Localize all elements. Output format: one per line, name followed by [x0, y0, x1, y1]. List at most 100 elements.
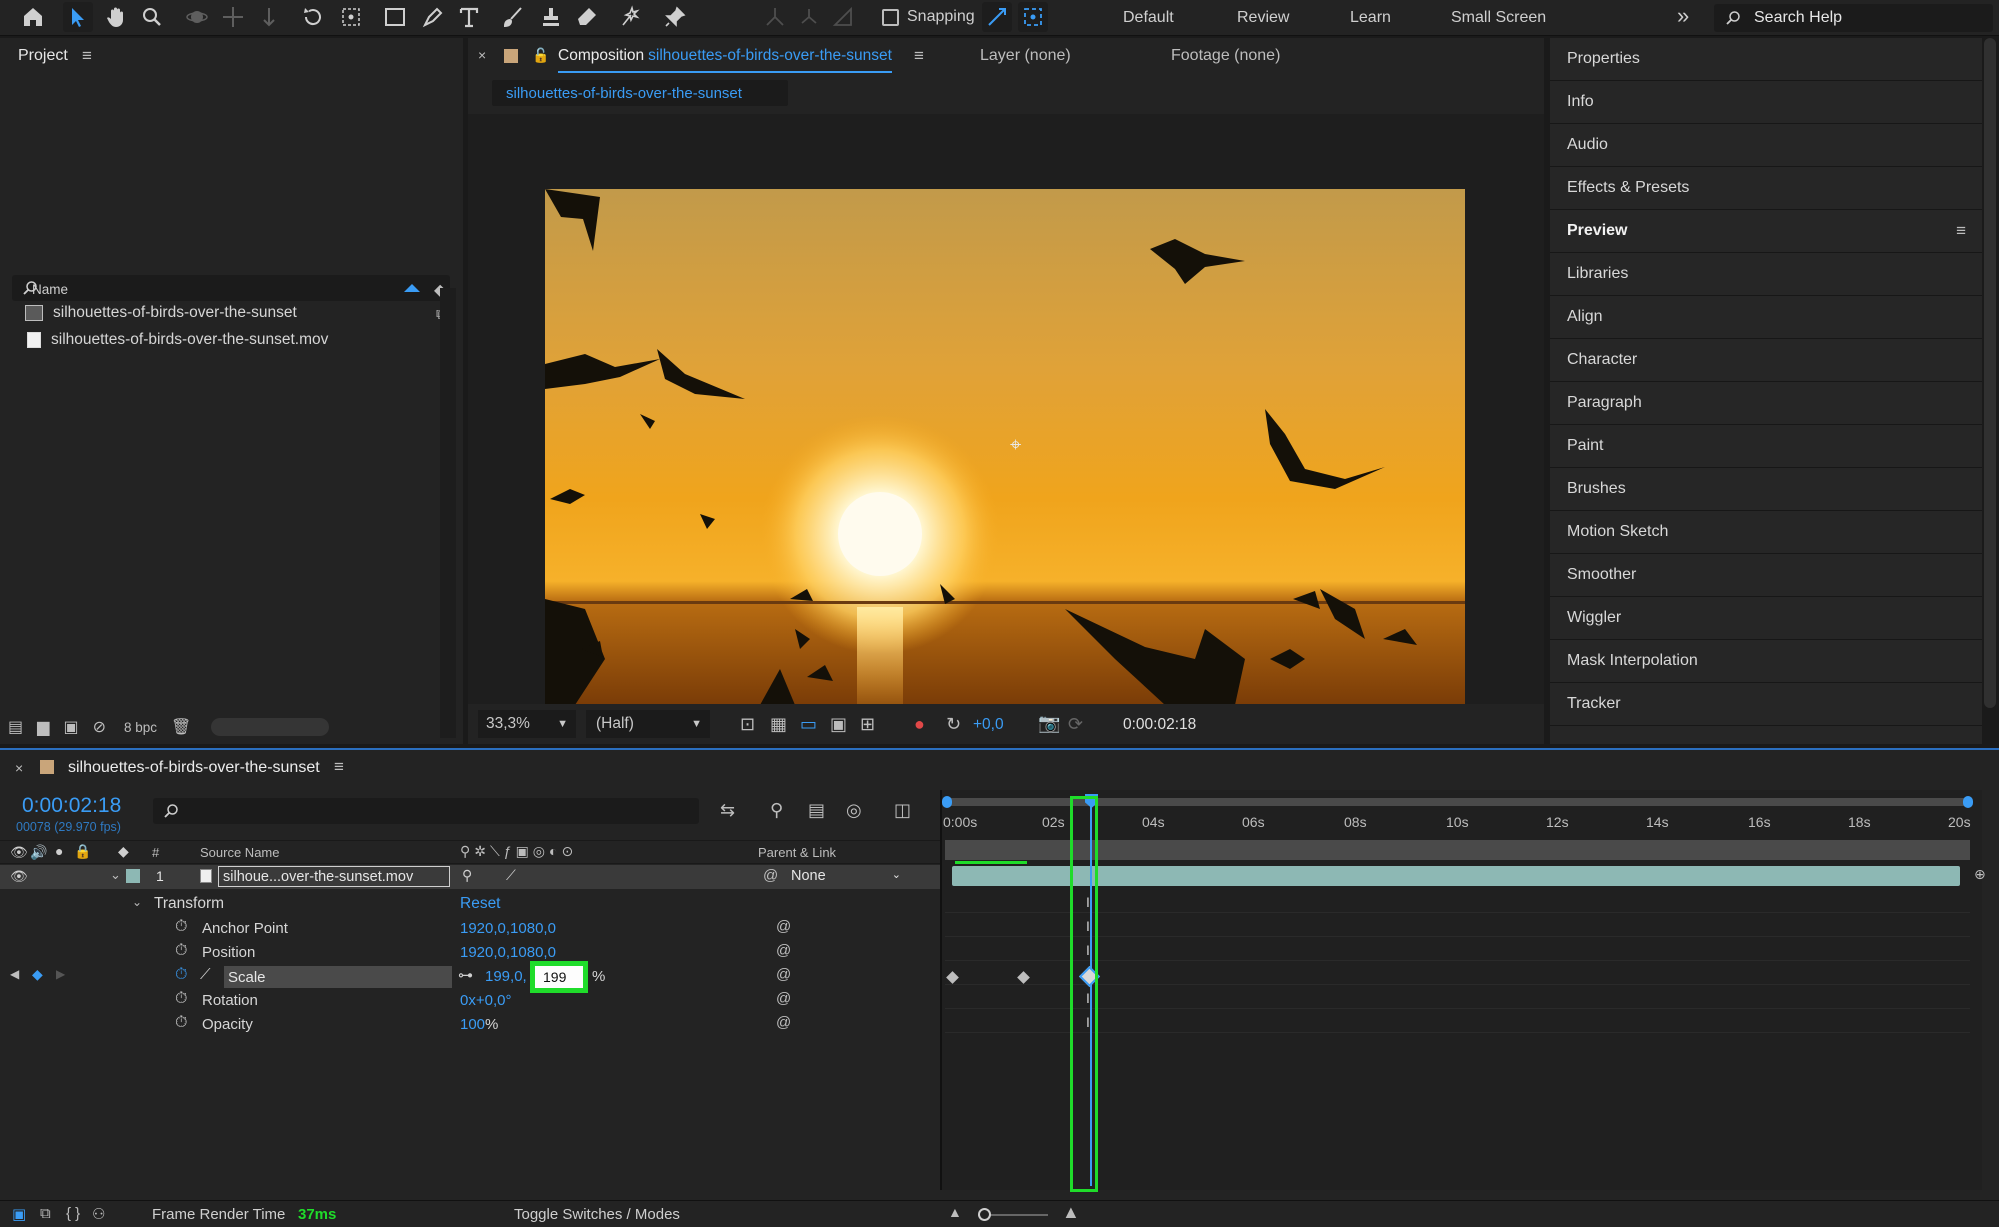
trash-icon[interactable]: 🗑: [171, 717, 191, 737]
selection-tool-icon[interactable]: [63, 2, 93, 32]
tab-composition[interactable]: Composition silhouettes-of-birds-over-th…: [558, 47, 892, 73]
workspace-default[interactable]: Default: [1123, 9, 1174, 27]
rectangle-tool-icon[interactable]: [380, 2, 410, 32]
work-area-start-handle[interactable]: [942, 796, 952, 808]
orbit-camera-tool-icon[interactable]: [182, 2, 212, 32]
property-value[interactable]: 1920,0,1080,0: [460, 944, 556, 961]
panel-character[interactable]: Character: [1550, 339, 1982, 382]
property-value[interactable]: 1920,0,1080,0: [460, 920, 556, 937]
mask-visibility-icon[interactable]: ▭: [800, 714, 817, 735]
draft-3d-icon[interactable]: ⚲: [770, 800, 783, 821]
brush-tool-icon[interactable]: [498, 2, 528, 32]
quality-switch-icon[interactable]: ⟋: [506, 867, 516, 884]
home-icon[interactable]: [18, 2, 48, 32]
layer-switches-toggle-icon[interactable]: ▣: [12, 1205, 26, 1223]
panel-properties[interactable]: Properties: [1550, 38, 1982, 81]
show-snapshot-icon[interactable]: ⟳: [1068, 714, 1083, 735]
snap-to-edges-icon[interactable]: [982, 2, 1012, 32]
stopwatch-icon[interactable]: ⏱: [175, 990, 187, 1008]
sort-ascending-icon[interactable]: [404, 284, 420, 292]
chevron-down-icon[interactable]: ⌄: [110, 867, 121, 883]
motion-blur-icon[interactable]: ◎: [846, 800, 862, 821]
close-tab-icon[interactable]: ×: [478, 47, 486, 63]
timeline-comp-tab[interactable]: silhouettes-of-birds-over-the-sunset: [68, 759, 320, 777]
toggle-switches-modes-button[interactable]: Toggle Switches / Modes: [514, 1206, 680, 1223]
layer-name-field[interactable]: silhoue...over-the-sunset.mov: [218, 866, 450, 887]
panel-paint[interactable]: Paint: [1550, 425, 1982, 468]
transfer-controls-toggle-icon[interactable]: ⧉: [40, 1205, 51, 1222]
render-time-toggle-icon[interactable]: ⚇: [92, 1205, 105, 1223]
puppet-pin-tool-icon[interactable]: [660, 2, 690, 32]
new-composition-icon[interactable]: ▣: [63, 717, 78, 737]
anchor-point-tool-icon[interactable]: [336, 2, 366, 32]
pan-camera-tool-icon[interactable]: [218, 2, 248, 32]
panel-menu-icon[interactable]: ≡: [82, 46, 92, 66]
graph-icon[interactable]: ⟋: [200, 966, 211, 983]
project-settings-icon[interactable]: ⊘: [93, 717, 106, 737]
composition-viewer[interactable]: ⌖: [468, 114, 1544, 705]
panel-motion-sketch[interactable]: Motion Sketch: [1550, 511, 1982, 554]
switches-header-icons[interactable]: ⚲✲⟍ƒ▣◎◐⊙: [460, 843, 577, 860]
panel-menu-icon[interactable]: ≡: [1956, 221, 1966, 241]
workspace-overflow-icon[interactable]: »: [1677, 3, 1689, 29]
close-tab-icon[interactable]: ×: [15, 760, 23, 776]
thumbnail-size-slider[interactable]: [211, 718, 330, 736]
work-area-end-handle[interactable]: [1963, 796, 1973, 808]
panel-effects-presets[interactable]: Effects & Presets: [1550, 167, 1982, 210]
scale-y-input[interactable]: [535, 966, 583, 988]
label-tag-icon[interactable]: ◆: [118, 843, 129, 860]
in-out-toggle-icon[interactable]: { }: [66, 1205, 80, 1222]
layer-row[interactable]: 👁 ⌄ 1 silhoue...over-the-sunset.mov ⚲ ⟋ …: [0, 865, 940, 889]
panel-menu-icon[interactable]: ≡: [334, 757, 344, 777]
property-value[interactable]: 100: [460, 1016, 485, 1033]
workspace-small-screen[interactable]: Small Screen: [1451, 9, 1546, 27]
panel-info[interactable]: Info: [1550, 81, 1982, 124]
magnification-dropdown[interactable]: 33,3% ▼: [478, 710, 576, 738]
transparency-grid-icon[interactable]: ▦: [770, 714, 787, 735]
view-axis-icon[interactable]: [828, 2, 858, 32]
zoom-out-icon[interactable]: ▲: [948, 1204, 962, 1220]
panel-smoother[interactable]: Smoother: [1550, 554, 1982, 597]
zoom-slider-thumb[interactable]: [978, 1208, 991, 1221]
audio-icon[interactable]: 🔊: [30, 844, 47, 861]
timeline-current-time[interactable]: 0:00:02:18: [22, 794, 121, 818]
previous-keyframe-icon[interactable]: ◀: [10, 967, 19, 981]
rotation-tool-icon[interactable]: [298, 2, 328, 32]
world-axis-icon[interactable]: [794, 2, 824, 32]
zoom-in-icon[interactable]: ▲: [1062, 1202, 1080, 1223]
roto-brush-tool-icon[interactable]: [616, 2, 646, 32]
search-help-field[interactable]: Search Help: [1714, 4, 1993, 32]
composition-flowchart-tab[interactable]: silhouettes-of-birds-over-the-sunset: [492, 80, 788, 106]
resolution-dropdown[interactable]: (Half) ▼: [586, 710, 710, 738]
work-area-bar[interactable]: [942, 796, 1973, 808]
project-search-input[interactable]: [12, 275, 450, 301]
type-tool-icon[interactable]: [454, 2, 484, 32]
eye-icon[interactable]: 👁: [10, 868, 28, 885]
interpret-footage-icon[interactable]: ▤: [8, 717, 23, 737]
panel-audio[interactable]: Audio: [1550, 124, 1982, 167]
lock-icon[interactable]: 🔓: [532, 47, 549, 64]
panel-wiggler[interactable]: Wiggler: [1550, 597, 1982, 640]
graph-editor-icon[interactable]: ◫: [894, 800, 911, 821]
time-navigator-strip[interactable]: [945, 840, 1970, 860]
source-name-header[interactable]: Source Name: [200, 845, 279, 860]
expression-pick-whip-icon[interactable]: @: [776, 966, 791, 983]
project-panel-title[interactable]: Project: [18, 47, 68, 65]
frame-blending-icon[interactable]: ▤: [808, 800, 825, 821]
parent-dropdown[interactable]: None ⌄: [785, 866, 909, 888]
workspace-review[interactable]: Review: [1237, 9, 1289, 27]
reset-exposure-icon[interactable]: ↻: [946, 714, 961, 735]
snap-to-features-icon[interactable]: [1018, 2, 1048, 32]
property-value[interactable]: 0x+0,0°: [460, 992, 511, 1009]
expression-pick-whip-icon[interactable]: @: [776, 942, 791, 959]
constrain-proportions-icon[interactable]: ⊶: [458, 966, 473, 984]
eye-icon[interactable]: 👁: [10, 844, 28, 861]
parent-link-header[interactable]: Parent & Link: [758, 845, 836, 860]
panel-menu-icon[interactable]: ≡: [914, 46, 924, 66]
align-axis-icon[interactable]: [760, 2, 790, 32]
eraser-tool-icon[interactable]: [572, 2, 602, 32]
new-folder-icon[interactable]: ▆: [37, 717, 49, 737]
stopwatch-active-icon[interactable]: ⏱: [175, 966, 187, 984]
solo-icon[interactable]: ●: [55, 843, 63, 859]
scale-x-value[interactable]: 199,0,: [485, 968, 527, 985]
